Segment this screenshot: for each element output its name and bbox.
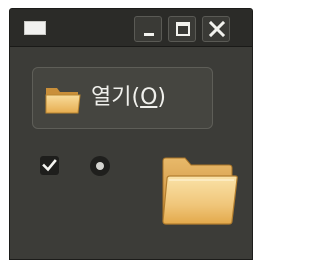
radio-dot xyxy=(96,162,104,170)
checkmark-icon xyxy=(42,159,57,172)
folder-icon xyxy=(45,88,81,114)
open-button-label: 열기(O) xyxy=(91,85,166,110)
folder-icon-large xyxy=(162,157,238,225)
maximize-button[interactable] xyxy=(168,16,196,42)
minimize-icon xyxy=(144,33,154,36)
minimize-button[interactable] xyxy=(134,16,162,42)
title-bar[interactable] xyxy=(10,9,252,47)
maximize-icon xyxy=(176,22,190,36)
mnemonic-key: O xyxy=(140,85,158,110)
close-icon xyxy=(208,20,226,38)
radio-button[interactable] xyxy=(90,156,110,176)
checkbox[interactable] xyxy=(40,156,59,175)
close-button[interactable] xyxy=(202,16,230,42)
window: 열기(O) xyxy=(9,8,253,260)
open-button[interactable]: 열기(O) xyxy=(32,67,213,129)
app-icon xyxy=(24,21,46,35)
